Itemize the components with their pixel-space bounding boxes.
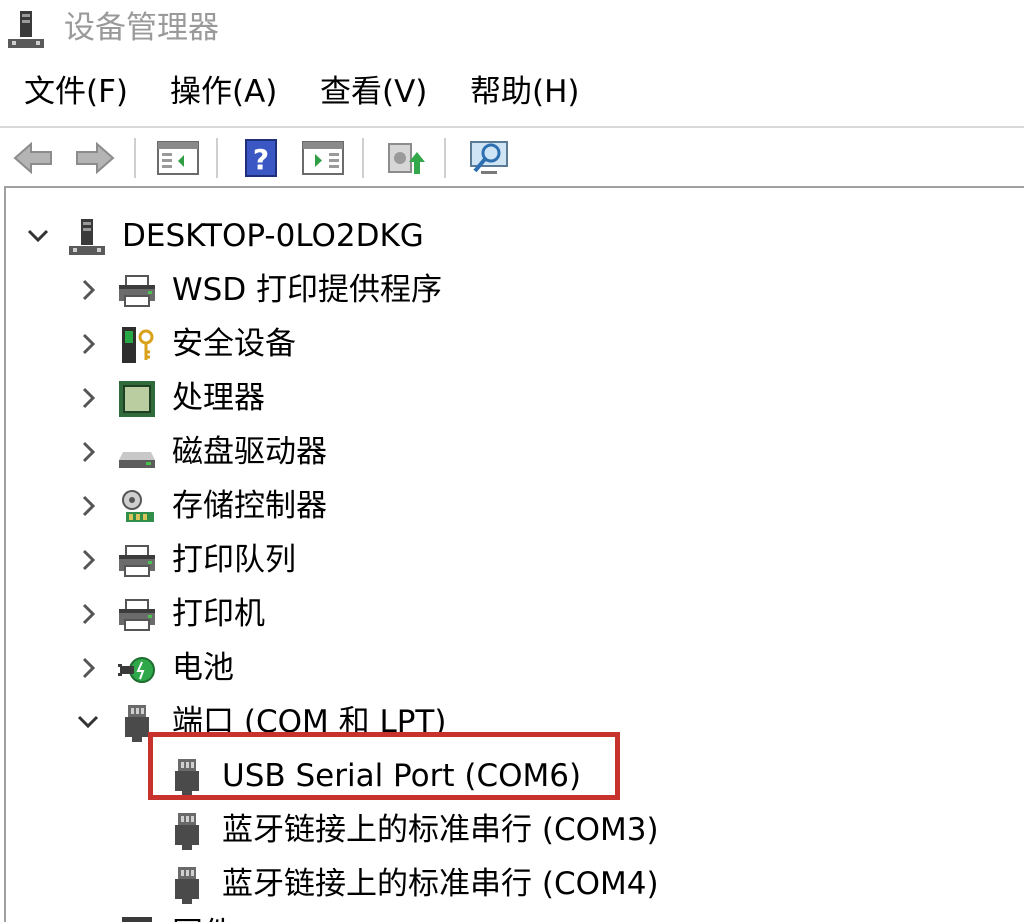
menu-bar: 文件(F) 操作(A) 查看(V) 帮助(H) bbox=[0, 60, 1024, 126]
port-connector-icon bbox=[166, 810, 208, 852]
tree-device-item[interactable]: 蓝牙链接上的标准串行 (COM3) bbox=[6, 804, 1006, 856]
run-panel-button[interactable] bbox=[300, 136, 346, 180]
tree-category[interactable]: 存储控制器 bbox=[6, 480, 1006, 532]
menu-file[interactable]: 文件(F) bbox=[24, 72, 128, 112]
highlight-box bbox=[148, 732, 620, 800]
chevron-right-icon[interactable] bbox=[74, 438, 102, 466]
help-button[interactable]: ? bbox=[238, 136, 284, 180]
port-connector-icon bbox=[166, 864, 208, 906]
printer-icon bbox=[116, 594, 158, 636]
category-label: 电池 bbox=[172, 650, 234, 686]
disk-drive-icon bbox=[116, 432, 158, 474]
category-label: WSD 打印提供程序 bbox=[172, 272, 443, 308]
forward-button[interactable] bbox=[72, 136, 118, 180]
toolbar-separator bbox=[134, 138, 136, 178]
scan-hardware-button[interactable] bbox=[466, 136, 512, 180]
back-button[interactable] bbox=[10, 136, 56, 180]
device-label: 蓝牙链接上的标准串行 (COM4) bbox=[222, 866, 659, 902]
processor-chip-icon bbox=[116, 378, 158, 420]
toolbar-separator bbox=[216, 138, 218, 178]
category-label: 存储控制器 bbox=[172, 488, 327, 524]
category-label: 安全设备 bbox=[172, 326, 296, 362]
tree-category[interactable]: 处理器 bbox=[6, 372, 1006, 424]
computer-name: DESKTOP-0LO2DKG bbox=[122, 218, 424, 254]
forward-arrow-icon bbox=[76, 141, 115, 175]
console-tree-button[interactable] bbox=[155, 136, 201, 180]
svg-text:?: ? bbox=[253, 143, 269, 176]
menu-action[interactable]: 操作(A) bbox=[170, 72, 277, 112]
tree-category[interactable]: 固件 bbox=[6, 908, 1006, 922]
update-driver-button[interactable] bbox=[382, 136, 428, 180]
device-label: 蓝牙链接上的标准串行 (COM3) bbox=[222, 812, 659, 848]
storage-controller-icon bbox=[116, 486, 158, 528]
tree-category[interactable]: 打印队列 bbox=[6, 534, 1006, 586]
help-icon: ? bbox=[245, 139, 277, 177]
device-tree[interactable]: DESKTOP-0LO2DKG WSD 打印提供程序 安全设备 处理器 磁盘驱动… bbox=[4, 186, 1024, 922]
tree-category[interactable]: 电池 bbox=[6, 642, 1006, 694]
battery-plug-icon bbox=[116, 648, 158, 690]
chevron-down-icon[interactable] bbox=[74, 708, 102, 736]
security-key-icon bbox=[116, 324, 158, 366]
category-label: 固件 bbox=[172, 914, 234, 922]
toolbar-separator bbox=[362, 138, 364, 178]
chevron-right-icon[interactable] bbox=[74, 600, 102, 628]
device-manager-icon bbox=[6, 9, 46, 51]
chevron-right-icon[interactable] bbox=[74, 546, 102, 574]
tree-category[interactable]: 安全设备 bbox=[6, 318, 1006, 370]
tree-root[interactable]: DESKTOP-0LO2DKG bbox=[6, 210, 1006, 262]
tree-device-item[interactable]: 蓝牙链接上的标准串行 (COM4) bbox=[6, 858, 1006, 910]
tree-category[interactable]: 打印机 bbox=[6, 588, 1006, 640]
scan-hardware-icon bbox=[470, 141, 508, 174]
title-bar: 设备管理器 bbox=[0, 0, 1024, 60]
chevron-right-icon[interactable] bbox=[74, 276, 102, 304]
computer-icon bbox=[66, 216, 108, 258]
category-label: 处理器 bbox=[172, 380, 265, 416]
chevron-right-icon[interactable] bbox=[74, 492, 102, 520]
show-hide-console-tree-icon bbox=[157, 141, 199, 175]
tree-category[interactable]: 磁盘驱动器 bbox=[6, 426, 1006, 478]
chevron-right-icon[interactable] bbox=[74, 654, 102, 682]
category-label: 磁盘驱动器 bbox=[172, 434, 327, 470]
category-label: 打印机 bbox=[172, 596, 265, 632]
menu-view[interactable]: 查看(V) bbox=[320, 72, 427, 112]
category-label: 打印队列 bbox=[172, 542, 296, 578]
chevron-right-icon[interactable] bbox=[74, 384, 102, 412]
chevron-down-icon[interactable] bbox=[24, 222, 52, 250]
menu-help[interactable]: 帮助(H) bbox=[470, 72, 580, 112]
window-title: 设备管理器 bbox=[64, 10, 219, 46]
back-arrow-icon bbox=[13, 141, 52, 175]
toolbar-separator bbox=[444, 138, 446, 178]
toolbar: ? bbox=[0, 126, 1024, 184]
firmware-icon bbox=[116, 914, 158, 922]
update-driver-icon bbox=[388, 143, 425, 174]
chevron-right-icon[interactable] bbox=[74, 330, 102, 358]
printer-icon bbox=[116, 540, 158, 582]
run-panel-icon bbox=[302, 141, 344, 175]
printer-icon bbox=[116, 270, 158, 312]
tree-category[interactable]: WSD 打印提供程序 bbox=[6, 264, 1006, 316]
